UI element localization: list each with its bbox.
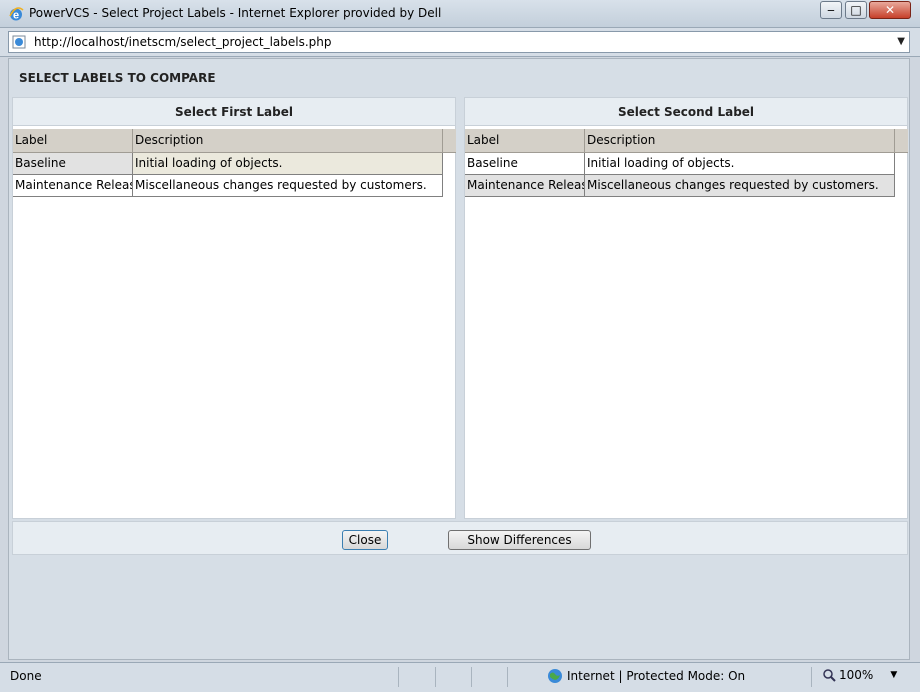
cell-label: Maintenance Release	[13, 175, 133, 197]
cell-description: Miscellaneous changes requested by custo…	[585, 175, 895, 197]
cell-description: Initial loading of objects.	[133, 153, 443, 175]
page-icon	[12, 35, 26, 49]
minimize-button[interactable]: ‒	[820, 1, 842, 19]
status-divider	[435, 667, 436, 687]
table-row[interactable]: Baseline Initial loading of objects.	[13, 153, 456, 175]
url-text: http://localhost/inetscm/select_project_…	[34, 35, 332, 49]
cell-description: Miscellaneous changes requested by custo…	[133, 175, 443, 197]
minimize-icon: ‒	[827, 3, 835, 17]
close-icon: ✕	[884, 3, 896, 17]
second-label-grid: Label Description Baseline Initial loadi…	[465, 129, 908, 197]
second-label-title: Select Second Label	[465, 98, 907, 126]
maximize-icon: □	[850, 3, 862, 17]
zoom-control[interactable]: 100% ▼	[823, 668, 897, 682]
first-label-pane: Select First Label Label Description Bas…	[12, 97, 456, 519]
chevron-down-icon[interactable]: ▼	[890, 670, 897, 680]
cell-description: Initial loading of objects.	[585, 153, 895, 175]
page-content: SELECT LABELS TO COMPARE Select First La…	[8, 58, 910, 660]
cell-label: Maintenance Release	[465, 175, 585, 197]
globe-icon	[548, 669, 562, 683]
column-header-description[interactable]: Description	[133, 129, 443, 152]
status-divider	[811, 667, 812, 687]
column-header-label[interactable]: Label	[13, 129, 133, 152]
zoom-icon	[823, 668, 836, 682]
security-zone[interactable]: Internet | Protected Mode: On	[547, 668, 745, 684]
button-bar: Close Show Differences	[12, 521, 908, 555]
close-window-button[interactable]: ✕	[869, 1, 911, 19]
zone-text: Internet | Protected Mode: On	[567, 669, 746, 683]
window-title: PowerVCS - Select Project Labels - Inter…	[29, 6, 442, 20]
status-divider	[471, 667, 472, 687]
column-header-description[interactable]: Description	[585, 129, 895, 152]
column-header-label[interactable]: Label	[465, 129, 585, 152]
table-row[interactable]: Baseline Initial loading of objects.	[465, 153, 908, 175]
address-bar: http://localhost/inetscm/select_project_…	[0, 28, 920, 57]
first-label-grid: Label Description Baseline Initial loadi…	[13, 129, 456, 197]
grid-header: Label Description	[465, 129, 908, 153]
show-differences-button[interactable]: Show Differences	[448, 530, 591, 550]
address-field[interactable]: http://localhost/inetscm/select_project_…	[8, 31, 910, 53]
zoom-level: 100%	[839, 668, 874, 682]
first-label-title: Select First Label	[13, 98, 455, 126]
cell-label: Baseline	[13, 153, 133, 175]
internet-explorer-icon: e	[9, 7, 24, 22]
status-divider	[398, 667, 399, 687]
close-button[interactable]: Close	[342, 530, 388, 550]
window-title-bar: e PowerVCS - Select Project Labels - Int…	[0, 0, 920, 28]
table-row[interactable]: Maintenance Release Miscellaneous change…	[13, 175, 456, 197]
grid-header: Label Description	[13, 129, 456, 153]
status-text: Done	[10, 669, 42, 683]
cell-label: Baseline	[465, 153, 585, 175]
status-divider	[507, 667, 508, 687]
table-row[interactable]: Maintenance Release Miscellaneous change…	[465, 175, 908, 197]
second-label-pane: Select Second Label Label Description Ba…	[464, 97, 908, 519]
chevron-down-icon[interactable]: ▼	[897, 36, 905, 47]
maximize-button[interactable]: □	[845, 1, 867, 19]
page-title: SELECT LABELS TO COMPARE	[19, 71, 216, 85]
status-bar: Done Internet | Protected Mode: On 100% …	[0, 662, 920, 692]
